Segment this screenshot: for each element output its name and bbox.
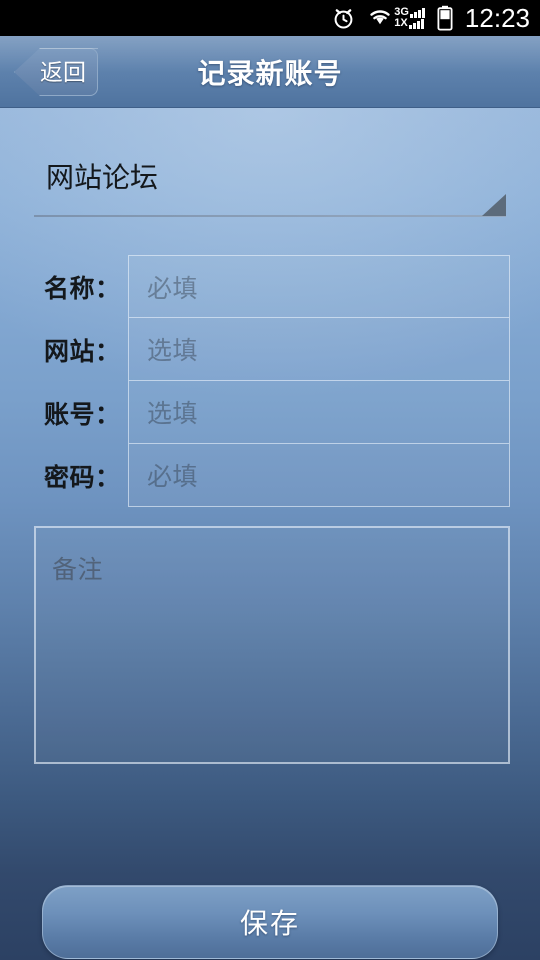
- password-field[interactable]: 必填: [128, 444, 510, 507]
- category-spinner[interactable]: 网站论坛: [34, 155, 506, 223]
- field-grid: 名称： 必填 网站： 选填 账号： 选填 密码： 必填: [0, 255, 540, 507]
- name-field-placeholder: 必填: [147, 274, 199, 303]
- form-content: 网站论坛 名称： 必填 网站： 选填 账号： 选填 密码： 必填 备注 保存: [0, 108, 540, 960]
- signal-cluster: 3G 1X: [367, 6, 426, 31]
- status-bar: 3G 1X 12:23: [0, 0, 540, 36]
- alarm-icon: [331, 6, 356, 31]
- save-button[interactable]: 保存: [42, 885, 498, 959]
- password-field-placeholder: 必填: [147, 463, 199, 491]
- signal-bars-primary: [409, 8, 426, 18]
- field-row-name: 名称： 必填: [0, 255, 540, 318]
- battery-icon: [437, 5, 453, 31]
- notes-textarea-placeholder: 备注: [52, 556, 104, 584]
- website-field[interactable]: 选填: [128, 318, 510, 381]
- website-field-label: 网站：: [44, 337, 121, 366]
- triangle-down-icon: [482, 194, 506, 216]
- back-button-label: 返回: [40, 58, 86, 85]
- back-button[interactable]: 返回: [14, 48, 98, 96]
- account-field-label: 账号：: [44, 400, 121, 429]
- wifi-icon: [367, 6, 393, 31]
- category-spinner-underline: [34, 215, 506, 217]
- account-field[interactable]: 选填: [128, 381, 510, 444]
- app-screen: 3G 1X 12:23 返回 记录新账号 网站论坛 名称： 必填 网站： 选填 …: [0, 0, 540, 960]
- website-field-placeholder: 选填: [147, 337, 199, 365]
- signal-bars-secondary: [408, 19, 425, 29]
- mobile-network-indicator: 3G 1X: [394, 7, 426, 29]
- save-button-label: 保存: [239, 908, 300, 939]
- field-row-password: 密码： 必填: [0, 444, 540, 507]
- name-field-label: 名称：: [44, 274, 121, 303]
- field-row-account: 账号： 选填: [0, 381, 540, 444]
- network-type-secondary: 1X: [394, 17, 408, 29]
- notes-textarea[interactable]: 备注: [34, 526, 510, 764]
- password-field-label: 密码：: [44, 463, 121, 492]
- name-field[interactable]: 必填: [128, 255, 510, 318]
- title-bar: 返回 记录新账号: [0, 36, 540, 108]
- category-spinner-value: 网站论坛: [46, 162, 159, 193]
- status-bar-clock: 12:23: [464, 3, 530, 33]
- account-field-placeholder: 选填: [147, 400, 199, 428]
- field-row-website: 网站： 选填: [0, 318, 540, 381]
